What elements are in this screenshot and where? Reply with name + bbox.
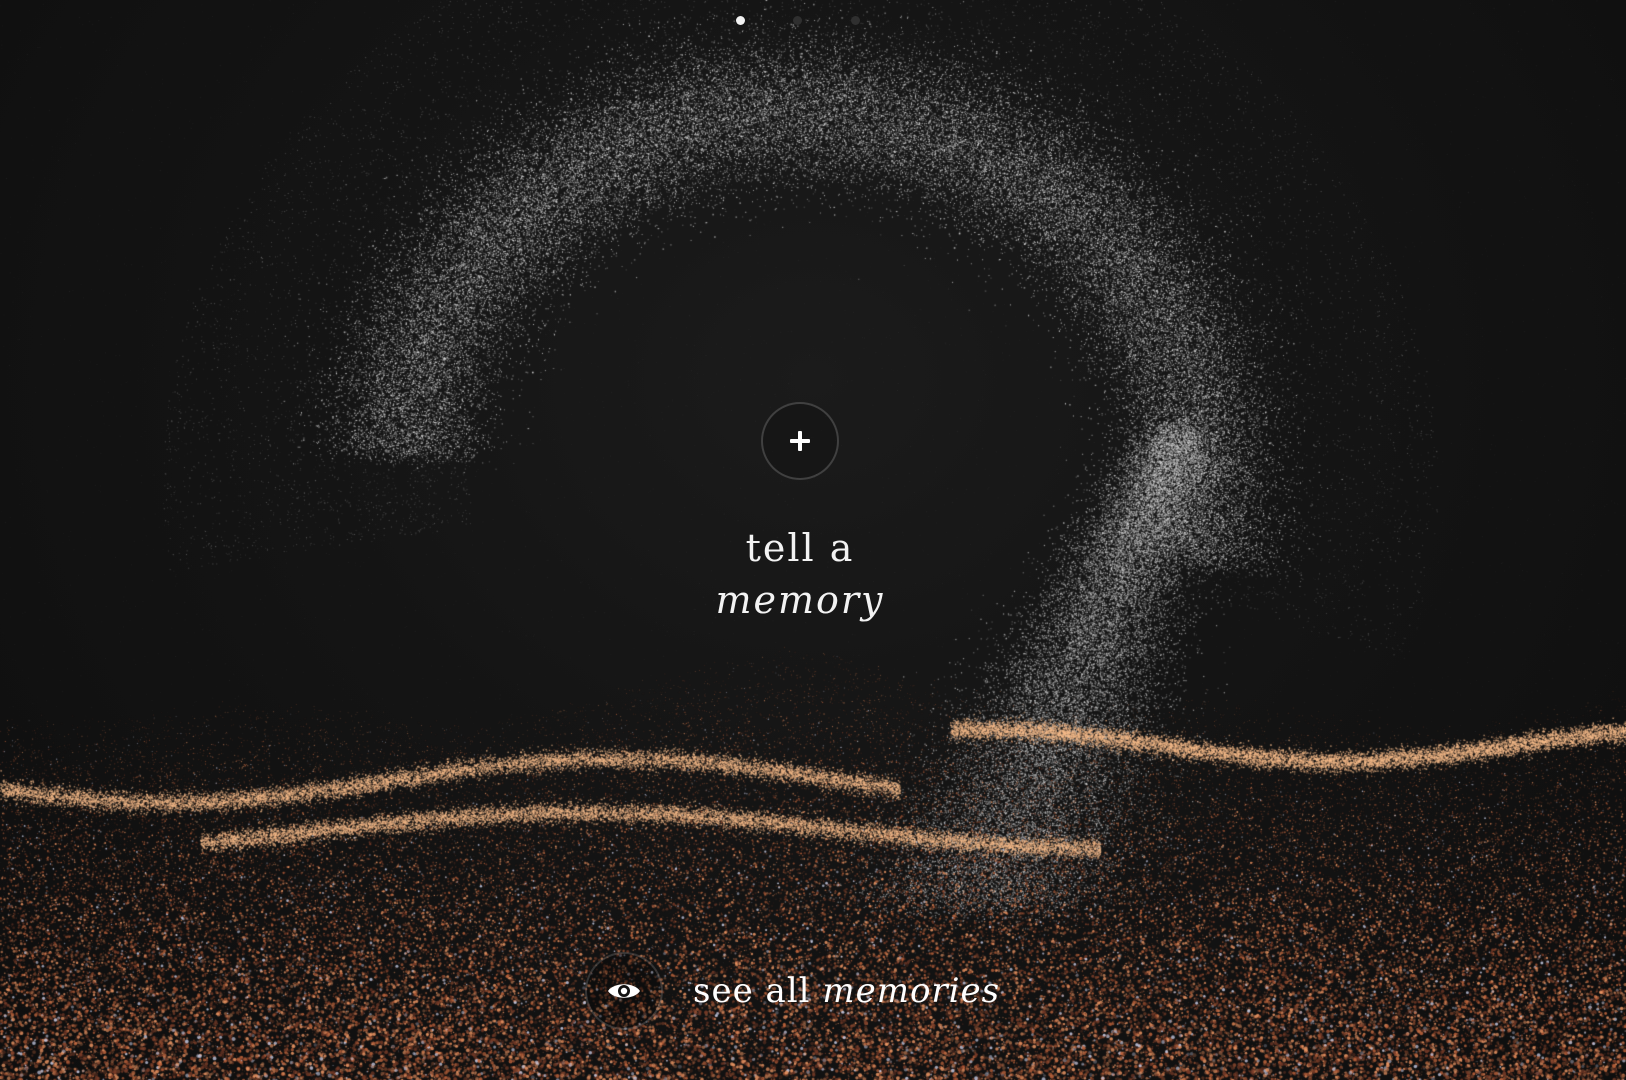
memories-scene: tell a memory see all memories [0, 0, 1626, 1080]
see-all-memories-link[interactable]: see all memories [585, 951, 1000, 1031]
title-line-2: memory [715, 578, 885, 622]
see-all-plain-text: see all [693, 971, 811, 1011]
pager-dot-3[interactable] [851, 16, 860, 25]
view-memories-button[interactable] [585, 952, 663, 1030]
tell-memory-title[interactable]: tell a memory [650, 522, 950, 626]
see-all-emphasis-text: memories [822, 971, 1001, 1011]
tell-memory-button[interactable] [761, 402, 839, 480]
plus-icon [790, 431, 810, 451]
pager-dot-1[interactable] [736, 16, 745, 25]
see-all-label: see all memories [693, 971, 1000, 1011]
slide-pager [733, 13, 863, 27]
eye-icon [608, 984, 640, 998]
pager-dot-2[interactable] [793, 16, 802, 25]
title-line-1: tell a [745, 526, 855, 570]
